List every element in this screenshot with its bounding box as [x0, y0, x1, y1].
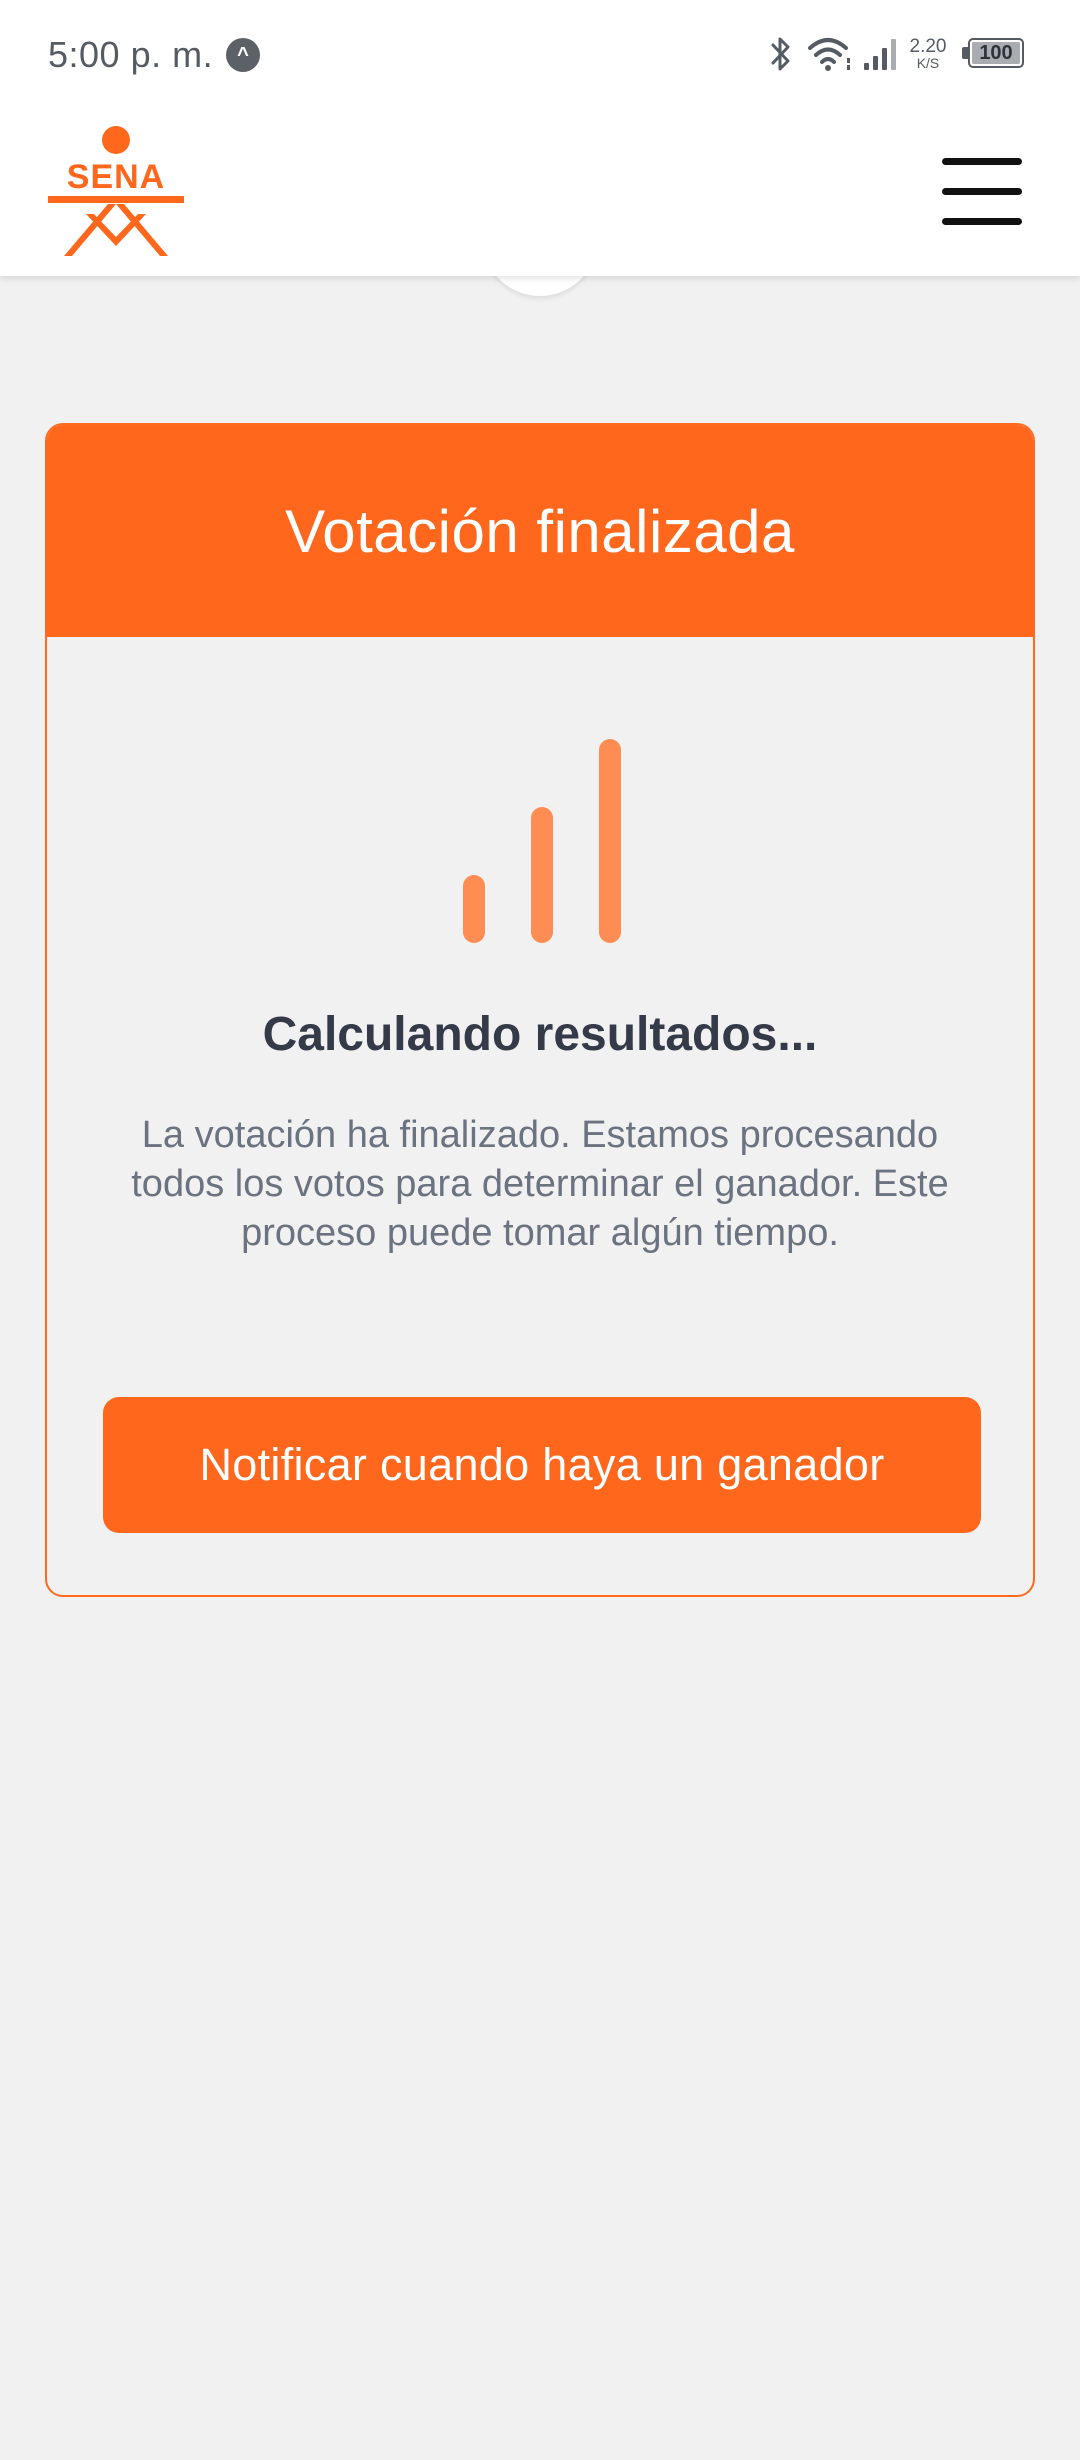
bar-chart-bar-tall [599, 739, 621, 943]
sena-logo-text: SENA [67, 158, 165, 196]
app-notification-icon: ^ [226, 38, 260, 72]
network-speed-unit: K/S [916, 55, 940, 71]
bar-chart-bar-short [463, 875, 485, 943]
bluetooth-icon [771, 37, 790, 71]
card-title: Votación finalizada [285, 497, 795, 565]
sena-logo[interactable]: SENA [46, 124, 186, 260]
card-header: Votación finalizada [47, 425, 1033, 637]
hamburger-menu-icon[interactable] [942, 158, 1022, 226]
status-time: 5:00 p. m. [48, 34, 214, 75]
battery-icon: 100 [968, 38, 1024, 68]
app-header: SENA [0, 110, 1080, 276]
card-description: La votación ha finalizado. Estamos proce… [131, 1114, 949, 1254]
signal-icon [864, 39, 896, 70]
wifi-icon [808, 38, 850, 71]
battery-level: 100 [972, 42, 1020, 64]
notify-winner-button[interactable]: Notificar cuando haya un ganador [103, 1397, 981, 1533]
card-subtitle: Calculando resultados... [262, 1008, 818, 1061]
network-speed: 2.20 K/S [898, 36, 958, 72]
bar-chart-icon [47, 733, 1033, 943]
voting-status-card: Votación finalizada Calculando resultado… [45, 423, 1035, 1597]
status-bar: 5:00 p. m. ^ 2.20 K/S 100 [0, 0, 1080, 110]
network-speed-value: 2.20 [909, 36, 947, 57]
bar-chart-bar-medium [531, 807, 553, 943]
